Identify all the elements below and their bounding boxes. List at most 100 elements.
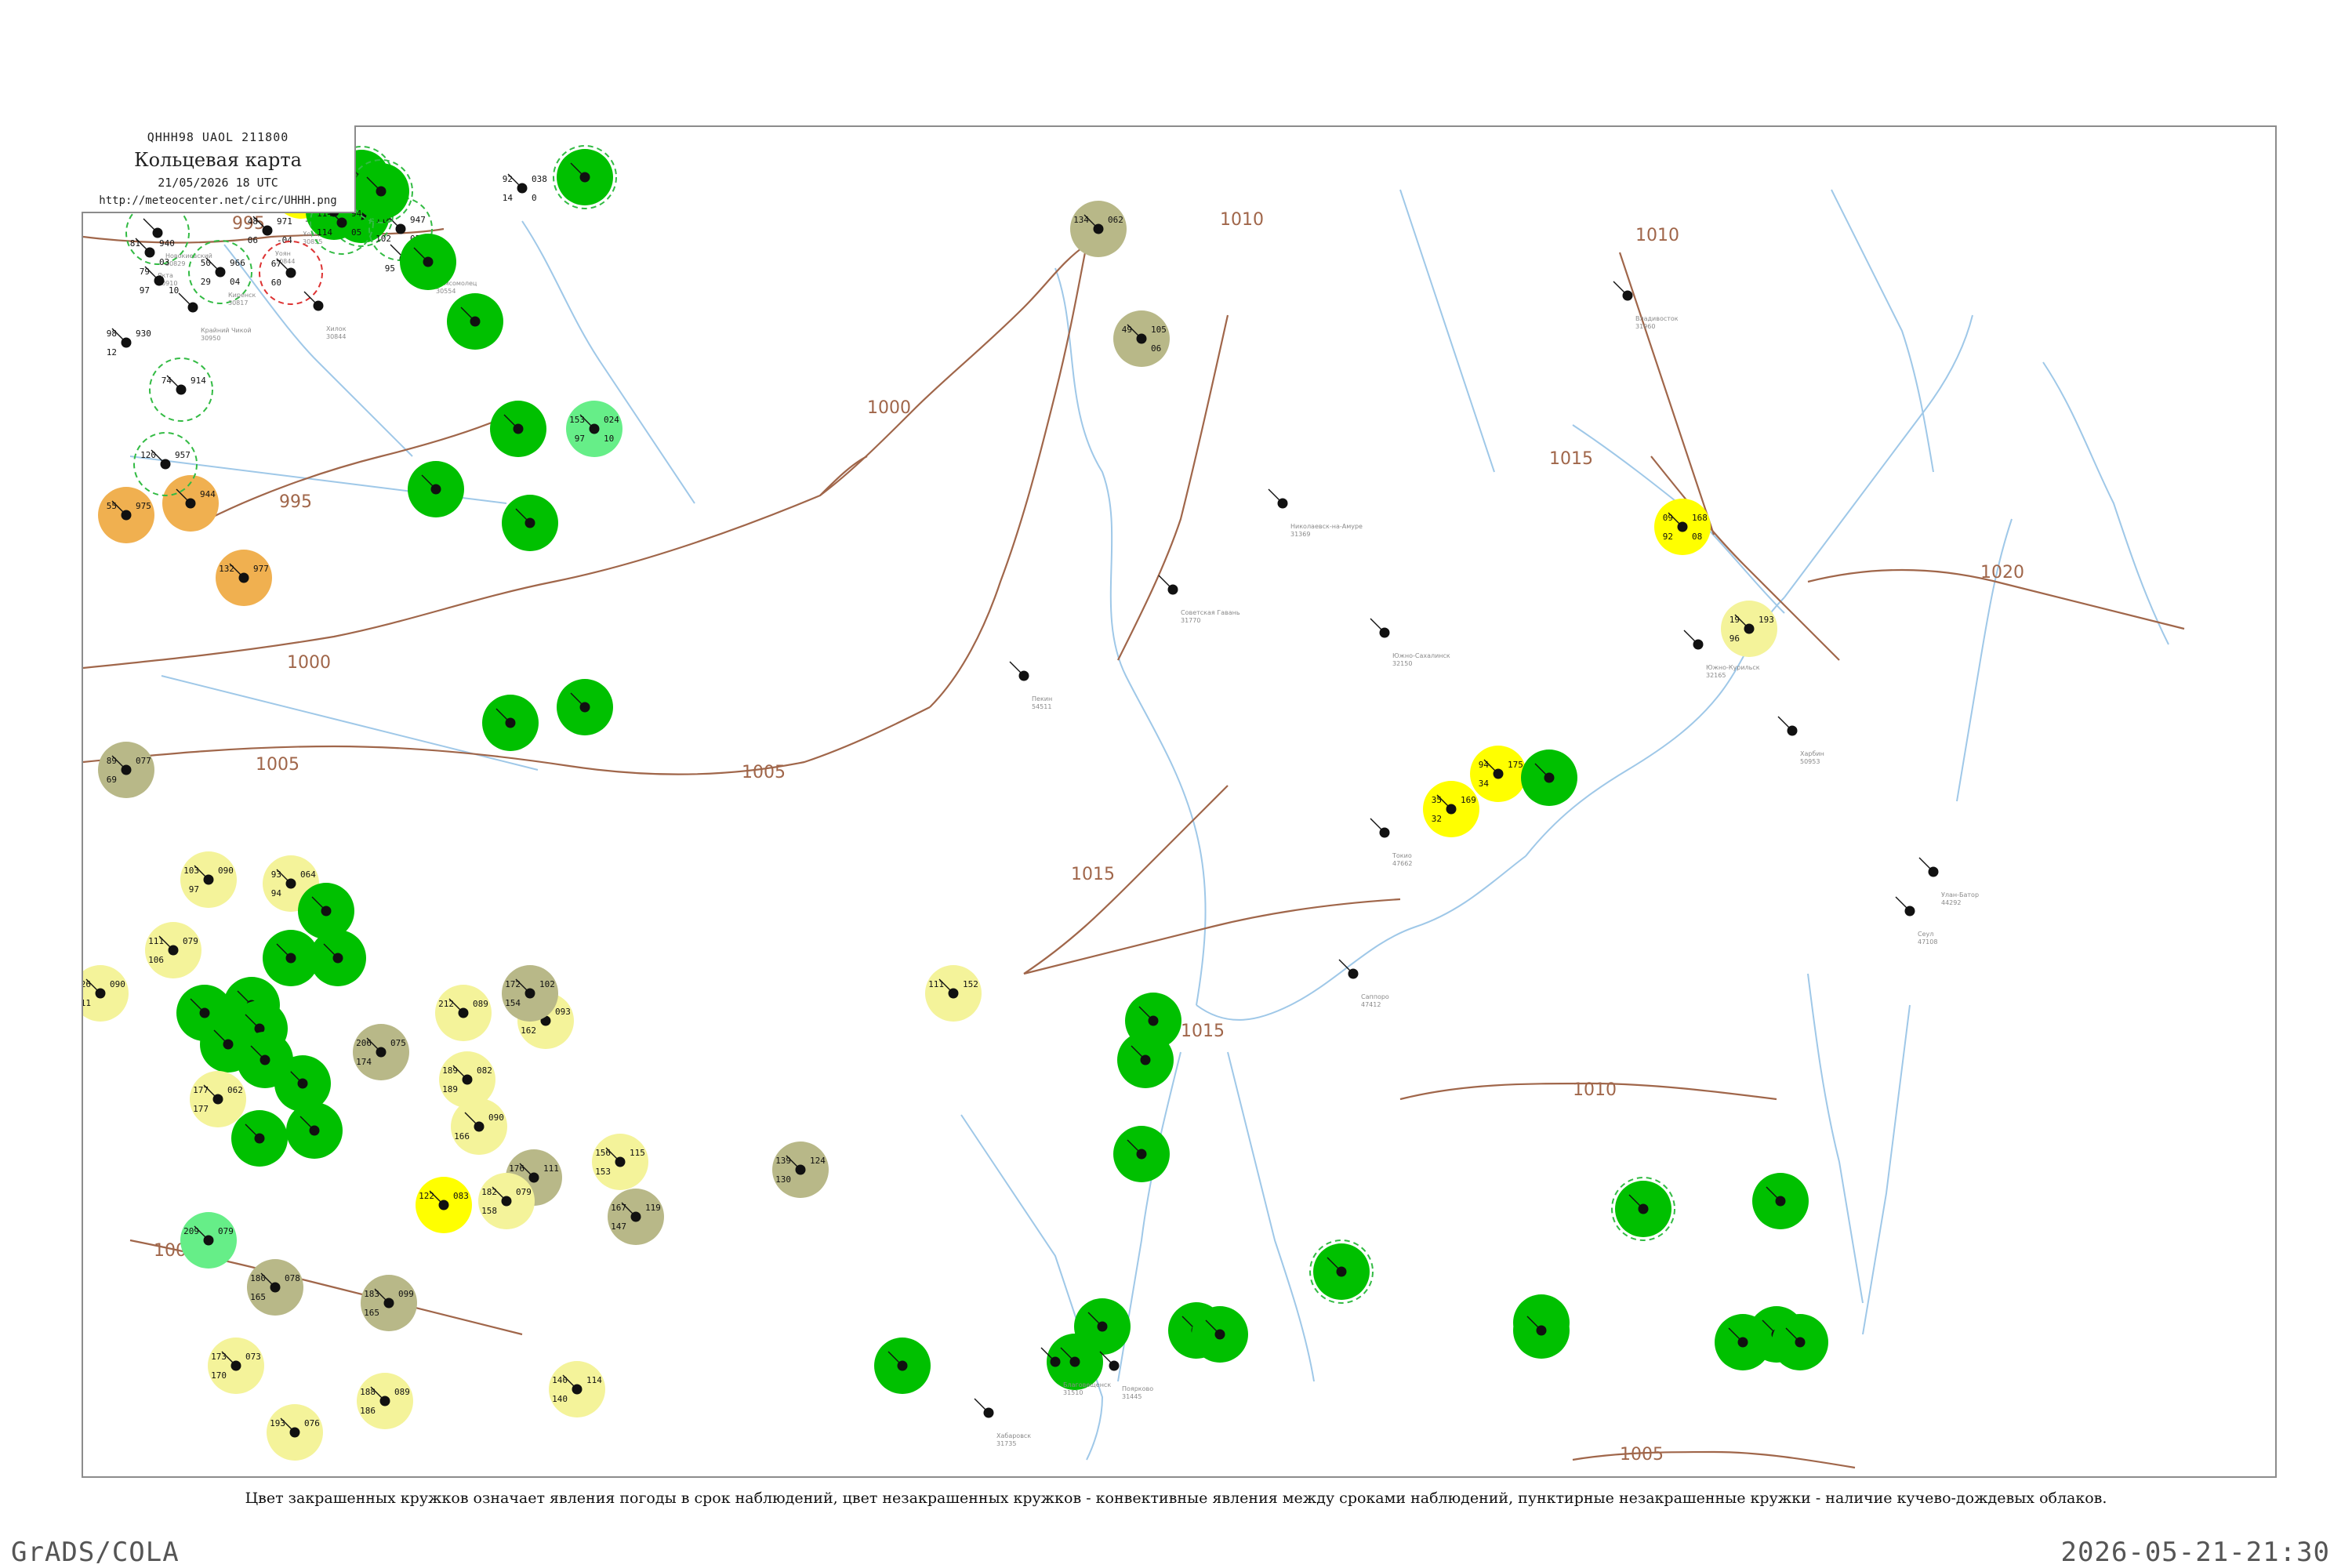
station-marker[interactable]: Токио47662 — [1370, 818, 1412, 867]
station-marker[interactable]: 92 038 14 0 — [503, 173, 547, 203]
station-marker[interactable] — [553, 145, 617, 209]
station-marker[interactable]: 89 077 69 — [98, 742, 154, 798]
station-value-tr: 115 — [630, 1148, 645, 1158]
station-marker[interactable]: Хабаровск31735 — [974, 1398, 1031, 1447]
station-marker[interactable]: 49 105 06 — [1113, 310, 1170, 367]
isobar-label: 1015 — [1549, 449, 1593, 469]
station-marker[interactable]: Южно-Сахалинск32150 — [1370, 618, 1450, 667]
station-marker[interactable]: 212 089 — [435, 985, 492, 1041]
station-marker[interactable] — [1611, 1177, 1675, 1241]
station-marker[interactable]: 103 090 97 — [180, 851, 237, 908]
station-marker[interactable]: Сеул47108 — [1895, 896, 1937, 946]
station-marker[interactable] — [1521, 750, 1577, 806]
station-marker[interactable] — [482, 695, 539, 751]
station-marker[interactable]: Владивосток31960 — [1613, 281, 1679, 330]
station-marker[interactable] — [1752, 1173, 1809, 1229]
station-value-bl: 177 — [193, 1104, 209, 1114]
station-id: 31510 — [1063, 1389, 1083, 1396]
station-marker[interactable]: 090 166 — [451, 1098, 507, 1155]
station-value-bl: 29 — [201, 277, 211, 287]
station-marker[interactable]: 153 024 97 10 — [566, 401, 622, 457]
station-marker[interactable]: 111 152 — [925, 965, 982, 1022]
station-marker[interactable]: Поярково31445 — [1099, 1351, 1153, 1400]
station-marker[interactable]: Советская Гавань31770 — [1158, 575, 1240, 624]
station-marker[interactable] — [1513, 1302, 1570, 1359]
synoptic-map[interactable]: 995995100010001005 1005101010101010101510… — [83, 127, 2277, 1478]
station-value-tl: 92 — [503, 174, 513, 184]
station-marker[interactable]: 126 090 111 — [83, 965, 129, 1022]
station-marker[interactable]: 134 062 — [1070, 201, 1127, 257]
station-marker[interactable]: 188 089 186 — [357, 1373, 413, 1429]
station-value-tr: 093 — [555, 1007, 571, 1017]
station-marker[interactable]: 19 193 96 — [1721, 601, 1777, 657]
station-marker[interactable] — [1772, 1314, 1828, 1370]
station-marker[interactable]: Саппоро47412 — [1338, 959, 1389, 1008]
station-marker[interactable]: 173 073 170 — [208, 1338, 264, 1394]
station-id: 44292 — [1941, 899, 1961, 906]
station-marker[interactable]: Николаевск-на-Амуре31369 — [1268, 488, 1363, 538]
station-marker[interactable] — [400, 234, 456, 290]
header-url[interactable]: http://meteocenter.net/circ/UHHH.png — [82, 194, 354, 207]
station-marker[interactable]: 35 169 32 — [1423, 781, 1479, 837]
station-value-bl: 95 — [385, 263, 395, 274]
legend-text: Цвет закрашенных кружков означает явлени… — [245, 1490, 2107, 1507]
station-marker[interactable]: 122 083 — [416, 1177, 472, 1233]
station-value-bl: 162 — [521, 1025, 536, 1036]
station-marker[interactable] — [263, 930, 319, 986]
station-marker[interactable]: 139 124 130 — [772, 1142, 829, 1198]
station-marker[interactable]: Хилок30844 — [303, 291, 347, 340]
station-marker[interactable]: 98 930 12 — [107, 328, 151, 358]
station-marker[interactable]: 182 079 158 — [478, 1173, 535, 1229]
isobar-label: 1020 — [1980, 563, 2024, 583]
station-marker[interactable] — [874, 1338, 931, 1394]
station-marker[interactable]: 94 175 34 — [1470, 746, 1526, 802]
station-marker[interactable] — [1113, 1126, 1170, 1182]
station-marker[interactable]: 55 975 — [98, 487, 154, 543]
station-marker[interactable] — [237, 1032, 293, 1088]
station-marker[interactable]: 67 60 — [259, 241, 323, 305]
station-marker[interactable]: 156 115 153 — [592, 1134, 648, 1190]
station-marker[interactable]: 206 075 174 — [353, 1024, 409, 1080]
station-marker[interactable] — [502, 495, 558, 551]
station-marker[interactable]: Пекин54511 — [1009, 661, 1052, 710]
station-marker[interactable] — [1309, 1240, 1374, 1304]
station-value-br: 10 — [169, 285, 179, 296]
station-marker[interactable] — [298, 883, 354, 939]
station-marker[interactable]: 209 079 — [180, 1212, 237, 1269]
station-marker[interactable] — [1715, 1314, 1771, 1370]
station-marker[interactable]: 48 97106 -04Уоян30844 — [248, 216, 296, 265]
station-marker[interactable]: 132 977 — [216, 550, 272, 606]
station-marker[interactable]: 167 119 147 — [608, 1189, 664, 1245]
station-marker[interactable]: 111 079 106 — [145, 922, 201, 978]
station-marker[interactable]: 74 914 — [149, 358, 213, 422]
station-value-tr: 957 — [175, 450, 191, 460]
station-value-tl: 50 — [201, 258, 211, 268]
station-value-tr: 090 — [110, 979, 125, 989]
station-marker[interactable]: Улан-Батор44292 — [1918, 857, 1979, 906]
station-marker[interactable]: 180 078 165 — [247, 1259, 303, 1316]
station-value-tl: 94 — [1479, 760, 1490, 770]
station-marker[interactable]: 183 099 165 — [361, 1275, 417, 1331]
station-value-tr: 947 — [410, 215, 426, 225]
station-marker[interactable]: 189 082 189 — [439, 1051, 495, 1108]
station-marker[interactable]: 09 168 92 08 — [1654, 499, 1711, 555]
station-marker[interactable] — [557, 679, 613, 735]
station-value-br: 04 — [230, 277, 241, 287]
station-name: Пекин — [1032, 695, 1052, 702]
station-marker[interactable] — [490, 401, 546, 457]
station-marker[interactable]: Харбин50953 — [1777, 716, 1824, 765]
station-marker[interactable] — [447, 293, 503, 350]
station-marker[interactable]: 193 076 — [267, 1404, 323, 1461]
isobar-label: 1015 — [1181, 1022, 1225, 1041]
station-marker[interactable]: 140 114 140 — [549, 1361, 605, 1417]
station-id: 30817 — [228, 299, 248, 307]
station-marker[interactable] — [231, 1110, 288, 1167]
station-value-tr: 940 — [159, 238, 175, 249]
rivers-layer — [129, 189, 2169, 1461]
station-marker[interactable] — [1192, 1306, 1248, 1363]
station-marker[interactable]: 177 062 177 — [190, 1071, 246, 1127]
station-marker[interactable] — [1125, 993, 1181, 1049]
station-marker[interactable] — [286, 1102, 343, 1159]
station-marker[interactable] — [408, 461, 464, 517]
station-marker[interactable]: 172 102 154 — [502, 965, 558, 1022]
